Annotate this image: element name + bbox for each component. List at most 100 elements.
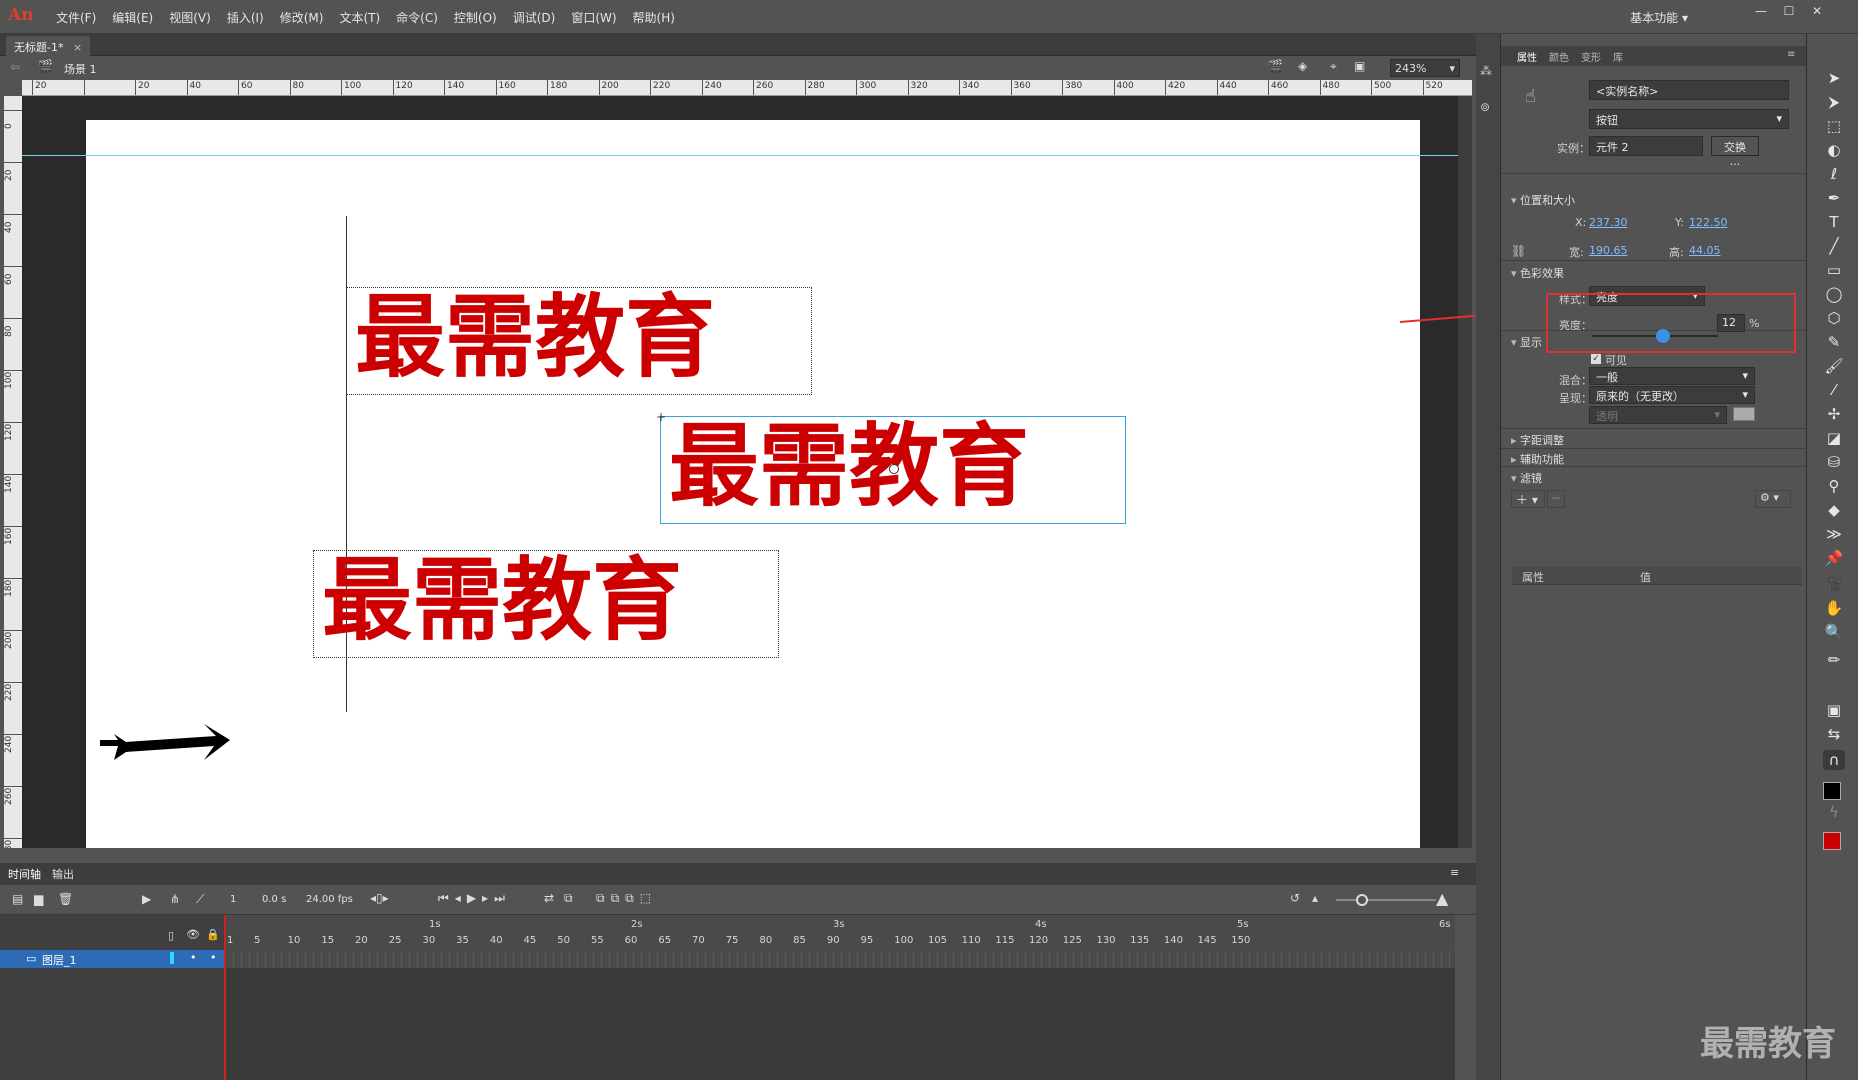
cc-libraries-icon[interactable]: ⊚ <box>1480 100 1490 114</box>
polystar-tool-icon[interactable]: ⬡ <box>1823 308 1845 328</box>
frames-area[interactable] <box>225 951 1455 1080</box>
layer-name[interactable]: 图层_1 <box>42 952 77 968</box>
maximize-icon[interactable]: ☐ <box>1778 4 1800 22</box>
brush-tool-icon[interactable]: ⁄ <box>1823 380 1845 400</box>
onion-controls-icon[interactable]: ⧉⧉⧉⬚ <box>596 891 657 906</box>
kerning-header[interactable]: 字距调整 <box>1511 432 1564 448</box>
3d-rotation-tool-icon[interactable]: ◐ <box>1823 140 1845 160</box>
zoom-out-timeline-icon[interactable]: ▴ <box>1312 891 1318 905</box>
paint-bucket-tool-icon[interactable]: ◪ <box>1823 428 1845 448</box>
asset-warp-tool-icon[interactable]: 📌 <box>1823 548 1845 568</box>
tab-timeline[interactable]: 时间轴 <box>8 866 41 882</box>
width-tool-icon[interactable]: ≫ <box>1823 524 1845 544</box>
link-icon[interactable]: ⛓ <box>1511 244 1526 258</box>
text-instance-1[interactable]: 最需教育 <box>346 287 812 395</box>
frame-rate[interactable]: 24.00 fps <box>306 894 353 905</box>
horizontal-guide[interactable] <box>22 155 1472 156</box>
minimize-icon[interactable]: — <box>1750 4 1772 22</box>
y-value[interactable]: 122.50 <box>1689 216 1728 229</box>
layer-visible-dot[interactable]: • <box>190 951 197 964</box>
swap-colors-icon[interactable]: ⇆ <box>1823 724 1845 744</box>
rectangle-tool-icon[interactable]: ▭ <box>1823 260 1845 280</box>
timeline-zoom-slider[interactable] <box>1336 899 1436 901</box>
document-tab[interactable]: 无标题-1* × <box>6 36 91 56</box>
subselection-tool-icon[interactable]: ⮞ <box>1823 92 1845 112</box>
menu-view[interactable]: 视图(V) <box>161 9 219 26</box>
new-layer-icon[interactable]: ▤ <box>12 892 23 906</box>
current-frame[interactable]: 1 <box>230 894 236 905</box>
panel-menu-icon[interactable]: ≡ <box>1787 49 1795 60</box>
oval-tool-icon[interactable]: ◯ <box>1823 284 1845 304</box>
line-tool-icon[interactable]: ╱ <box>1823 236 1845 256</box>
color-effect-header[interactable]: 色彩效果 <box>1511 265 1564 281</box>
pen-tool-icon[interactable]: ✒ <box>1823 188 1845 208</box>
free-transform-tool-icon[interactable]: ⬚ <box>1823 116 1845 136</box>
display-header[interactable]: 显示 <box>1511 334 1542 350</box>
playback-controls[interactable]: ⏮◂▶▸⏭ <box>438 891 511 906</box>
close-tab-icon[interactable]: × <box>73 41 82 54</box>
frames-row[interactable] <box>225 950 1455 968</box>
snap-to-objects-icon[interactable]: ∩ <box>1823 750 1845 770</box>
visible-checkbox[interactable]: ✓ <box>1591 354 1601 364</box>
camera-tool-icon[interactable]: 🎥 <box>1823 574 1845 594</box>
menu-edit[interactable]: 编辑(E) <box>104 9 161 26</box>
lock-icon[interactable]: 🔒 <box>206 928 220 941</box>
close-window-icon[interactable]: ✕ <box>1806 4 1828 22</box>
menu-commands[interactable]: 命令(C) <box>388 9 446 26</box>
layer-parent-icon[interactable]: ⋔ <box>170 892 180 906</box>
straighten-icon[interactable]: ϟ <box>1823 802 1845 822</box>
onion-skin-icon[interactable]: ⧉ <box>564 891 573 906</box>
zoom-in-timeline-icon[interactable]: ▲ <box>1436 889 1448 908</box>
hand-tool-icon[interactable]: ✋ <box>1823 598 1845 618</box>
delete-layer-icon[interactable]: 🗑 <box>58 892 73 906</box>
graph-icon[interactable]: ⟋ <box>196 892 204 907</box>
undo-icon[interactable]: ↺ <box>1290 891 1300 905</box>
blend-select[interactable]: 一般 ▾ <box>1589 367 1755 385</box>
zoom-select[interactable]: 243% ▾ <box>1390 59 1460 77</box>
menu-modify[interactable]: 修改(M) <box>272 9 332 26</box>
pencil-tool-icon[interactable]: ✎ <box>1823 332 1845 352</box>
current-time[interactable]: 0.0 s <box>262 894 286 905</box>
transparent-select[interactable]: 透明 ▾ <box>1589 406 1727 424</box>
text-tool-icon[interactable]: T <box>1823 212 1845 232</box>
center-frame-icon[interactable]: ◂▯▸ <box>370 891 389 905</box>
paint-brush-tool-icon[interactable]: 🖌 <box>1823 356 1845 376</box>
ink-bottle-tool-icon[interactable]: ⛁ <box>1823 452 1845 472</box>
edit-scene-icon[interactable]: 🎬 <box>1268 59 1283 73</box>
snap-icon[interactable]: ⌖ <box>1330 59 1337 74</box>
filters-header[interactable]: 滤镜 <box>1511 470 1542 486</box>
fill-color-swatch[interactable] <box>1823 832 1841 850</box>
stage-scrollbar[interactable] <box>1458 96 1472 848</box>
filter-options-button[interactable]: ⚙ ▾ <box>1755 490 1791 508</box>
timeline-zoom-thumb[interactable] <box>1356 894 1368 906</box>
menu-control[interactable]: 控制(O) <box>446 9 505 26</box>
workspace-switcher[interactable]: 基本功能 ▾ <box>1630 9 1688 26</box>
edit-symbol-icon[interactable]: ◈ <box>1298 59 1307 73</box>
menu-text[interactable]: 文本(T) <box>331 9 388 26</box>
width-value[interactable]: 190.65 <box>1589 244 1628 257</box>
swap-button[interactable]: 交换 ... <box>1711 136 1759 168</box>
selection-tool-icon[interactable]: ➤ <box>1823 68 1845 88</box>
tab-output[interactable]: 输出 <box>52 866 74 882</box>
add-filter-button[interactable]: ＋ ▾ <box>1511 490 1545 508</box>
tab-properties[interactable]: 属性 <box>1517 49 1537 64</box>
tab-library[interactable]: 库 <box>1613 49 1623 64</box>
timeline-menu-icon[interactable]: ≡ <box>1450 866 1459 879</box>
menu-insert[interactable]: 插入(I) <box>219 9 272 26</box>
accessibility-header[interactable]: 辅助功能 <box>1511 451 1564 467</box>
menu-window[interactable]: 窗口(W) <box>563 9 624 26</box>
background-color-swatch[interactable] <box>1733 407 1755 421</box>
layer-row[interactable]: ▭ 图层_1 • • <box>0 950 225 968</box>
playhead[interactable] <box>224 915 226 1080</box>
assets-icon[interactable]: ⁂ <box>1480 64 1492 78</box>
stroke-color-swatch[interactable] <box>1823 782 1841 800</box>
outline-toggle-icon[interactable]: ▯ <box>168 929 174 942</box>
position-size-header[interactable]: 位置和大小 <box>1511 192 1575 208</box>
new-folder-icon[interactable]: ▆ <box>34 892 43 906</box>
symbol-type-select[interactable]: 按钮 ▾ <box>1589 109 1789 129</box>
menu-file[interactable]: 文件(F) <box>48 9 104 26</box>
layer-lock-dot[interactable]: • <box>210 951 217 964</box>
transform-point-icon[interactable] <box>889 464 899 474</box>
menu-debug[interactable]: 调试(D) <box>505 9 564 26</box>
height-value[interactable]: 44.05 <box>1689 244 1721 257</box>
